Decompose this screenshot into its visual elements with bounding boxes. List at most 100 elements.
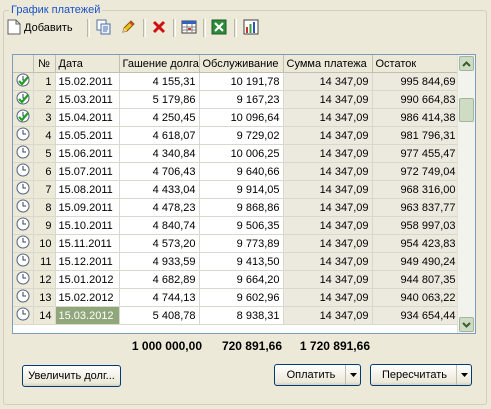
table-row[interactable]: 10 15.11.2011 4 573,20 9 773,89 14 347,09 954… (13, 234, 460, 253)
row-status-cell[interactable] (13, 252, 34, 271)
debt-cell[interactable]: 4 573,20 (119, 234, 200, 253)
debt-cell[interactable]: 5 179,86 (119, 90, 200, 109)
copy-button[interactable] (94, 18, 114, 38)
scroll-down-button[interactable] (459, 317, 474, 332)
payment-cell[interactable]: 14 347,09 (283, 252, 373, 271)
row-status-cell[interactable] (13, 90, 34, 109)
payment-cell[interactable]: 14 347,09 (283, 234, 373, 253)
column-header[interactable]: Гашение долга (119, 55, 200, 73)
row-number-cell[interactable]: 3 (33, 108, 56, 127)
row-status-cell[interactable] (13, 126, 34, 145)
payment-cell[interactable]: 14 347,09 (283, 180, 373, 199)
service-cell[interactable]: 9 773,89 (199, 234, 284, 253)
table-row[interactable]: 6 15.07.2011 4 706,43 9 640,66 14 347,09 972 … (13, 162, 460, 181)
increase-debt-button[interactable]: Увеличить долг... (22, 365, 121, 387)
payment-cell[interactable]: 14 347,09 (283, 144, 373, 163)
column-header[interactable]: Дата (55, 55, 120, 73)
row-status-cell[interactable] (13, 108, 34, 127)
table-row[interactable]: 3 15.04.2011 4 250,45 10 096,64 14 347,09 986… (13, 108, 460, 127)
date-cell[interactable]: 15.12.2011 (55, 252, 120, 271)
date-cell[interactable]: 15.07.2011 (55, 162, 120, 181)
debt-cell[interactable]: 4 478,23 (119, 198, 200, 217)
payment-grid[interactable]: № Дата Гашение долга Обслуживание Сумма … (12, 54, 476, 334)
table-row[interactable]: 11 15.12.2011 4 933,59 9 413,50 14 347,09 949… (13, 252, 460, 271)
row-status-cell[interactable] (13, 234, 34, 253)
debt-cell[interactable]: 4 433,04 (119, 180, 200, 199)
row-status-cell[interactable] (13, 72, 34, 91)
recalculate-dropdown-arrow[interactable] (456, 365, 471, 385)
debt-cell[interactable]: 4 340,84 (119, 144, 200, 163)
table-row[interactable]: 5 15.06.2011 4 340,84 10 006,25 14 347,09 977… (13, 144, 460, 163)
row-status-cell[interactable] (13, 306, 34, 325)
payment-cell[interactable]: 14 347,09 (283, 108, 373, 127)
column-header[interactable]: Сумма платежа (283, 55, 373, 73)
debt-cell[interactable]: 4 155,31 (119, 72, 200, 91)
service-cell[interactable]: 10 191,78 (199, 72, 284, 91)
row-status-cell[interactable] (13, 162, 34, 181)
service-cell[interactable]: 10 006,25 (199, 144, 284, 163)
service-cell[interactable]: 9 640,66 (199, 162, 284, 181)
debt-cell[interactable]: 4 744,13 (119, 288, 200, 307)
add-button[interactable]: Добавить (7, 18, 77, 38)
scroll-up-button[interactable] (459, 56, 474, 71)
pay-dropdown-arrow[interactable] (345, 365, 360, 385)
recalculate-button[interactable]: Пересчитать (370, 364, 472, 386)
rest-cell[interactable]: 958 997,03 (372, 216, 460, 235)
table-row[interactable]: 8 15.09.2011 4 478,23 9 868,86 14 347,09 963 … (13, 198, 460, 217)
service-cell[interactable]: 8 938,31 (199, 306, 284, 325)
service-cell[interactable]: 9 729,02 (199, 126, 284, 145)
debt-cell[interactable]: 4 618,07 (119, 126, 200, 145)
date-cell[interactable]: 15.08.2011 (55, 180, 120, 199)
row-number-cell[interactable]: 4 (33, 126, 56, 145)
row-number-cell[interactable]: 6 (33, 162, 56, 181)
column-header[interactable]: Обслуживание (199, 55, 284, 73)
column-header[interactable]: Остаток (372, 55, 460, 73)
debt-cell[interactable]: 4 706,43 (119, 162, 200, 181)
rest-cell[interactable]: 995 844,69 (372, 72, 460, 91)
table-row[interactable]: 14 15.03.2012 5 408,78 8 938,31 14 347,09 934… (13, 306, 460, 325)
rest-cell[interactable]: 968 316,00 (372, 180, 460, 199)
debt-cell[interactable]: 4 933,59 (119, 252, 200, 271)
service-cell[interactable]: 10 096,64 (199, 108, 284, 127)
row-status-cell[interactable] (13, 198, 34, 217)
row-status-cell[interactable] (13, 216, 34, 235)
payment-cell[interactable]: 14 347,09 (283, 72, 373, 91)
service-cell[interactable]: 9 506,35 (199, 216, 284, 235)
row-number-cell[interactable]: 2 (33, 90, 56, 109)
row-number-cell[interactable]: 1 (33, 72, 56, 91)
row-number-cell[interactable]: 5 (33, 144, 56, 163)
payment-cell[interactable]: 14 347,09 (283, 216, 373, 235)
row-number-cell[interactable]: 7 (33, 180, 56, 199)
service-cell[interactable]: 9 868,86 (199, 198, 284, 217)
table-row[interactable]: 12 15.01.2012 4 682,89 9 664,20 14 347,09 944… (13, 270, 460, 289)
service-cell[interactable]: 9 167,23 (199, 90, 284, 109)
row-status-cell[interactable] (13, 144, 34, 163)
scroll-thumb[interactable] (459, 98, 474, 122)
debt-cell[interactable]: 5 408,78 (119, 306, 200, 325)
row-number-cell[interactable]: 12 (33, 270, 56, 289)
rest-cell[interactable]: 949 490,24 (372, 252, 460, 271)
service-cell[interactable]: 9 664,20 (199, 270, 284, 289)
date-cell[interactable]: 15.02.2011 (55, 72, 120, 91)
rest-cell[interactable]: 944 807,35 (372, 270, 460, 289)
rest-cell[interactable]: 940 063,22 (372, 288, 460, 307)
payment-cell[interactable]: 14 347,09 (283, 306, 373, 325)
chart-button[interactable] (241, 18, 261, 38)
row-status-cell[interactable] (13, 288, 34, 307)
row-status-cell[interactable] (13, 180, 34, 199)
date-cell[interactable]: 15.05.2011 (55, 126, 120, 145)
debt-cell[interactable]: 4 840,74 (119, 216, 200, 235)
row-number-cell[interactable]: 11 (33, 252, 56, 271)
delete-button[interactable] (149, 18, 169, 38)
service-cell[interactable]: 9 914,05 (199, 180, 284, 199)
pay-button[interactable]: Оплатить (274, 364, 361, 386)
date-cell[interactable]: 15.11.2011 (55, 234, 120, 253)
row-status-cell[interactable] (13, 270, 34, 289)
date-cell[interactable]: 15.04.2011 (55, 108, 120, 127)
date-cell[interactable]: 15.09.2011 (55, 198, 120, 217)
date-cell[interactable]: 15.01.2012 (55, 270, 120, 289)
row-number-cell[interactable]: 9 (33, 216, 56, 235)
rest-cell[interactable]: 990 664,83 (372, 90, 460, 109)
table-row[interactable]: 4 15.05.2011 4 618,07 9 729,02 14 347,09 981 … (13, 126, 460, 145)
table-row[interactable]: 9 15.10.2011 4 840,74 9 506,35 14 347,09 958 … (13, 216, 460, 235)
